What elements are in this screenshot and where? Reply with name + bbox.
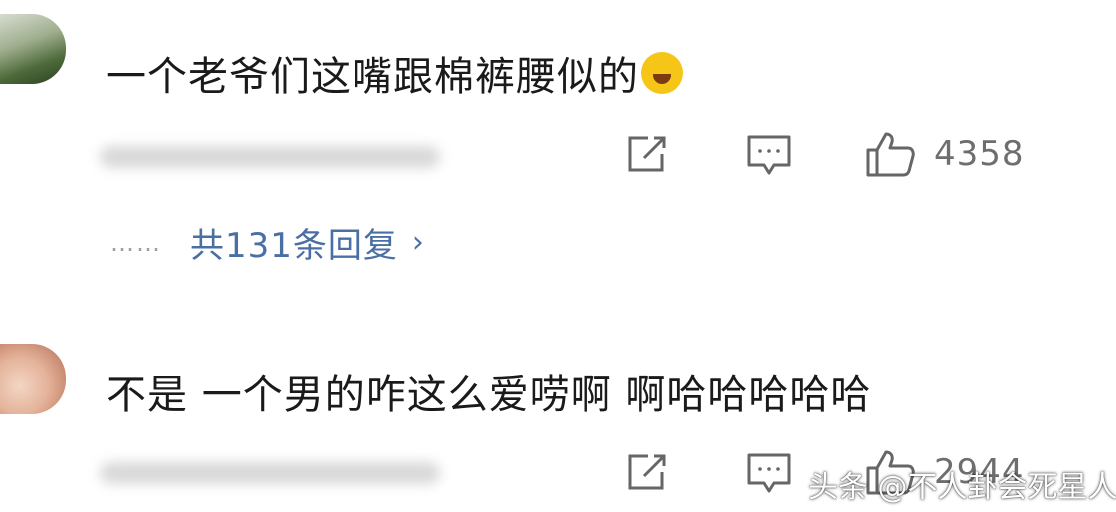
share-button[interactable] xyxy=(626,134,670,174)
replies-count-label: 共131条回复 xyxy=(190,226,398,266)
reply-dots: …… xyxy=(110,228,162,257)
view-replies-link[interactable]: …… 共131条回复 › xyxy=(110,218,424,267)
comment-body: 一个老爷们这嘴跟棉裤腰似的 xyxy=(106,54,639,100)
laugh-cry-emoji-icon xyxy=(641,52,683,94)
blurred-meta xyxy=(100,146,440,168)
like-count: 4358 xyxy=(934,134,1025,174)
share-button[interactable] xyxy=(626,452,670,492)
share-icon xyxy=(626,452,670,492)
avatar[interactable] xyxy=(0,14,66,84)
watermark: 头条 @不人卦会死星人 xyxy=(808,470,1116,505)
comment-icon xyxy=(746,134,792,178)
like-button[interactable]: 4358 xyxy=(864,130,1025,178)
blurred-meta xyxy=(100,462,440,484)
avatar[interactable] xyxy=(0,344,66,414)
comment-icon xyxy=(746,452,792,496)
comment-button[interactable] xyxy=(746,452,792,496)
share-icon xyxy=(626,134,670,174)
comment-text: 一个老爷们这嘴跟棉裤腰似的 xyxy=(106,44,683,102)
comment-button[interactable] xyxy=(746,134,792,178)
comment-text: 不是 一个男的咋这么爱唠啊 啊哈哈哈哈哈 xyxy=(106,372,872,418)
thumbs-up-icon xyxy=(864,130,916,178)
chevron-right-icon: › xyxy=(411,225,424,260)
